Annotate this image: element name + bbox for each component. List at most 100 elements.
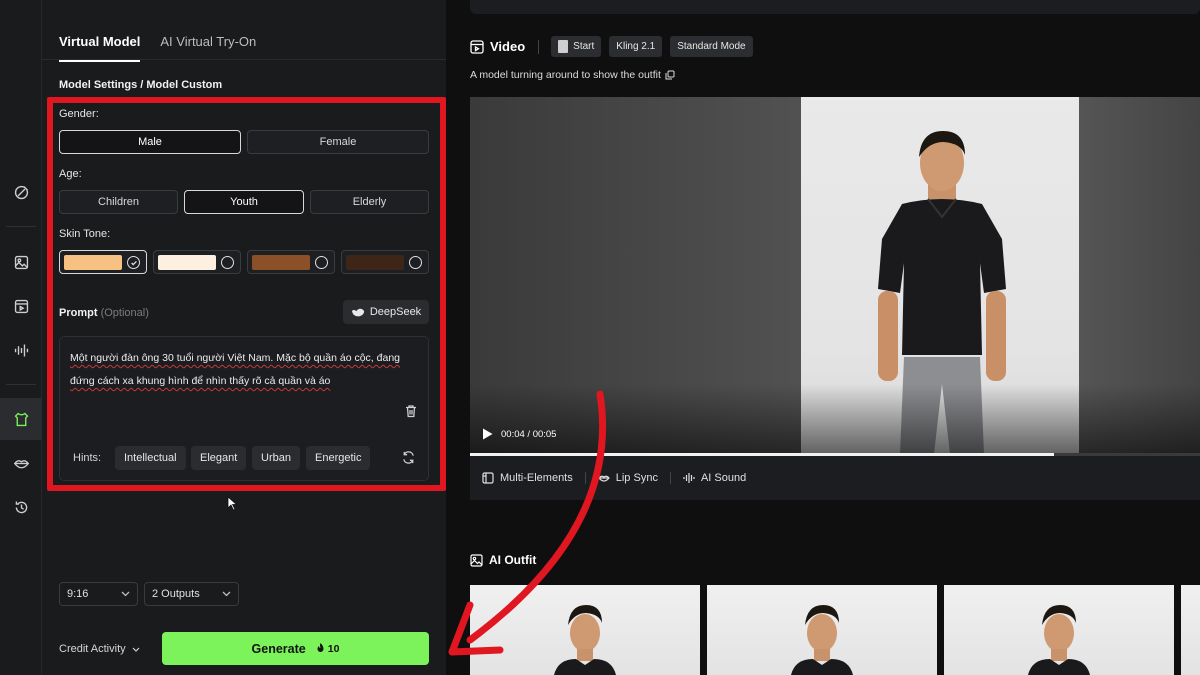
previous-card-edge — [470, 0, 1200, 14]
history-icon[interactable] — [0, 486, 42, 528]
deepseek-label: DeepSeek — [369, 306, 422, 318]
age-children-option[interactable]: Children — [59, 190, 178, 214]
copy-icon[interactable] — [665, 70, 675, 80]
credit-activity-label: Credit Activity — [59, 643, 126, 655]
lips-icon[interactable] — [0, 442, 42, 484]
video-player[interactable]: 00:04 / 00:05 — [470, 97, 1200, 454]
age-label: Age: — [59, 168, 82, 180]
magic-brush-icon[interactable] — [0, 171, 42, 213]
lips-icon — [597, 475, 610, 482]
video-description: A model turning around to show the outfi… — [470, 69, 675, 81]
prompt-optional-text: (Optional) — [100, 307, 149, 319]
skin-tone-chip — [252, 255, 310, 270]
hint-intellectual[interactable]: Intellectual — [115, 446, 186, 470]
mouse-cursor-icon — [227, 496, 238, 511]
ai-sound-button[interactable]: AI Sound — [683, 472, 746, 484]
aspect-ratio-value: 9:16 — [67, 588, 89, 600]
age-elderly-option[interactable]: Elderly — [310, 190, 429, 214]
skin-tone-swatch-1[interactable] — [59, 250, 147, 274]
video-controls-gradient — [470, 384, 1200, 454]
hint-urban[interactable]: Urban — [252, 446, 300, 470]
skin-tone-label: Skin Tone: — [59, 228, 111, 240]
playback-controls: 00:04 / 00:05 — [482, 428, 556, 440]
chevron-down-icon — [132, 647, 140, 652]
age-youth-option[interactable]: Youth — [184, 190, 304, 214]
gender-male-option[interactable]: Male — [59, 130, 241, 154]
aspect-ratio-select[interactable]: 9:16 — [59, 582, 138, 606]
video-feature-bar: Multi-Elements Lip Sync AI Sound — [470, 456, 1200, 500]
tabs-divider — [42, 59, 446, 60]
icon-rail — [0, 0, 42, 675]
outfit-thumbnail[interactable] — [944, 585, 1174, 675]
start-frame-chip: Start — [551, 36, 602, 57]
radio-circle-icon — [409, 256, 422, 269]
radio-circle-icon — [221, 256, 234, 269]
gender-female-option[interactable]: Female — [247, 130, 429, 154]
hint-elegant[interactable]: Elegant — [191, 446, 247, 470]
model-portrait-image — [1028, 605, 1090, 675]
prompt-label-text: Prompt — [59, 307, 98, 319]
ai-sound-label: AI Sound — [700, 472, 747, 484]
generate-label: Generate — [251, 641, 306, 656]
model-portrait-image — [554, 605, 616, 675]
lip-sync-label: Lip Sync — [615, 472, 658, 484]
chevron-down-icon — [222, 591, 231, 597]
generate-cost-value: 10 — [327, 642, 340, 655]
multi-elements-icon — [482, 472, 494, 484]
skin-tone-swatch-3[interactable] — [247, 250, 335, 274]
divider — [538, 39, 540, 54]
preview-area: Video Start Kling 2.1 Standard Mode A mo… — [446, 0, 1200, 675]
generate-cost: 10 — [316, 642, 340, 655]
video-title-text: Video — [490, 39, 526, 54]
prompt-text[interactable]: Một người đàn ông 30 tuổi người Việt Nam… — [70, 347, 410, 393]
prompt-label: Prompt (Optional) — [59, 307, 149, 319]
video-icon[interactable] — [0, 285, 42, 327]
settings-panel: Virtual Model AI Virtual Try-On Model Se… — [42, 0, 446, 675]
ai-outfit-header: AI Outfit — [470, 553, 536, 567]
deepseek-button[interactable]: DeepSeek — [343, 300, 429, 324]
image-icon — [470, 553, 483, 567]
mode-tabs: Virtual Model AI Virtual Try-On — [59, 34, 256, 62]
virtual-model-icon[interactable] — [0, 398, 42, 440]
outfit-thumbnail[interactable] — [707, 585, 937, 675]
prompt-textarea[interactable]: Một người đàn ông 30 tuổi người Việt Nam… — [59, 336, 429, 481]
skin-tone-chip — [64, 255, 122, 270]
flame-icon — [317, 643, 324, 652]
start-chip-label: Start — [573, 41, 595, 52]
tab-ai-virtual-try-on[interactable]: AI Virtual Try-On — [160, 34, 256, 62]
hints-label: Hints: — [73, 452, 102, 464]
video-description-text: A model turning around to show the outfi… — [470, 69, 661, 81]
refresh-icon[interactable] — [401, 450, 416, 465]
playback-time: 00:04 / 00:05 — [501, 428, 557, 440]
play-icon[interactable] — [482, 428, 493, 440]
trash-icon[interactable] — [404, 404, 418, 418]
start-frame-thumbnail — [558, 40, 569, 53]
image-icon[interactable] — [0, 241, 42, 283]
section-title: Model Settings / Model Custom — [59, 79, 223, 91]
credit-activity-dropdown[interactable]: Credit Activity — [59, 643, 140, 655]
ai-outfit-title: AI Outfit — [489, 553, 537, 567]
hint-energetic[interactable]: Energetic — [306, 446, 371, 470]
skin-tone-chip — [346, 255, 404, 270]
outputs-select[interactable]: 2 Outputs — [144, 582, 239, 606]
tab-virtual-model[interactable]: Virtual Model — [59, 34, 141, 62]
outfit-thumbnail[interactable] — [470, 585, 700, 675]
video-title: Video — [470, 39, 525, 54]
outputs-value: 2 Outputs — [152, 588, 200, 600]
divider — [669, 472, 671, 484]
multi-elements-label: Multi-Elements — [500, 472, 573, 484]
generate-button[interactable]: Generate 10 — [162, 632, 429, 665]
video-header: Video Start Kling 2.1 Standard Mode — [470, 36, 761, 57]
skin-tone-swatch-4[interactable] — [341, 250, 429, 274]
video-icon — [470, 39, 484, 54]
lip-sync-button[interactable]: Lip Sync — [597, 472, 658, 484]
chevron-down-icon — [121, 591, 130, 597]
model-chip: Kling 2.1 — [609, 36, 663, 57]
skin-tone-swatch-2[interactable] — [153, 250, 241, 274]
multi-elements-button[interactable]: Multi-Elements — [482, 472, 573, 484]
outfit-thumbnail[interactable] — [1181, 585, 1200, 675]
whale-icon — [351, 308, 364, 317]
divider — [584, 472, 586, 484]
radio-circle-icon — [315, 256, 328, 269]
audio-wave-icon[interactable] — [0, 329, 42, 371]
